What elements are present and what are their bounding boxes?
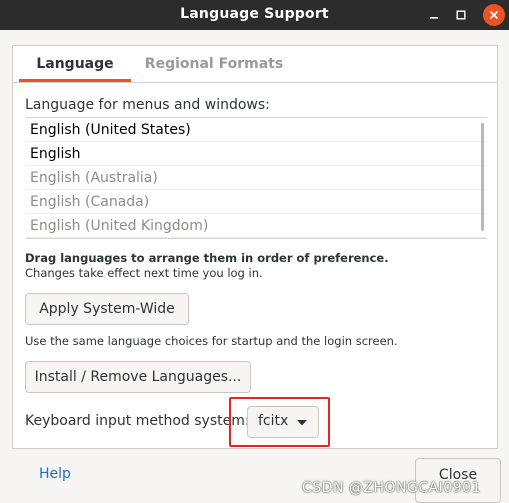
maximize-button[interactable] (450, 4, 472, 26)
list-item[interactable]: English (Canada) (26, 190, 487, 214)
language-list[interactable]: English (United States) English English … (26, 117, 487, 239)
tab-language[interactable]: Language (19, 46, 131, 82)
close-window-button[interactable] (483, 4, 505, 26)
list-item[interactable]: English (United Kingdom) (26, 214, 487, 238)
title-bar: Language Support (0, 0, 509, 30)
change-note: Changes take effect next time you log in… (25, 266, 263, 280)
tab-regional-formats[interactable]: Regional Formats (137, 46, 291, 82)
install-remove-languages-button[interactable]: Install / Remove Languages... (25, 361, 251, 393)
watermark: CSDN @ZHONGCAI0901 (302, 480, 481, 496)
list-item[interactable]: English (Australia) (26, 166, 487, 190)
maximize-icon (456, 10, 466, 20)
keyboard-input-label: Keyboard input method system: (25, 413, 250, 429)
minimize-button[interactable] (423, 4, 445, 26)
close-icon (489, 10, 499, 20)
help-link[interactable]: Help (39, 466, 71, 482)
apply-system-wide-button[interactable]: Apply System-Wide (25, 293, 189, 325)
list-item[interactable]: English (United States) (26, 118, 487, 142)
list-scrollbar[interactable] (481, 123, 484, 231)
list-item[interactable]: English (26, 142, 487, 166)
minimize-icon (430, 17, 438, 19)
tab-panel: Language Regional Formats Language for m… (12, 45, 498, 449)
apply-note: Use the same language choices for startu… (25, 334, 398, 348)
language-list-label: Language for menus and windows: (25, 97, 270, 113)
drag-note: Drag languages to arrange them in order … (25, 251, 389, 265)
highlight-box (229, 397, 330, 447)
tab-bar: Language Regional Formats (13, 46, 497, 83)
